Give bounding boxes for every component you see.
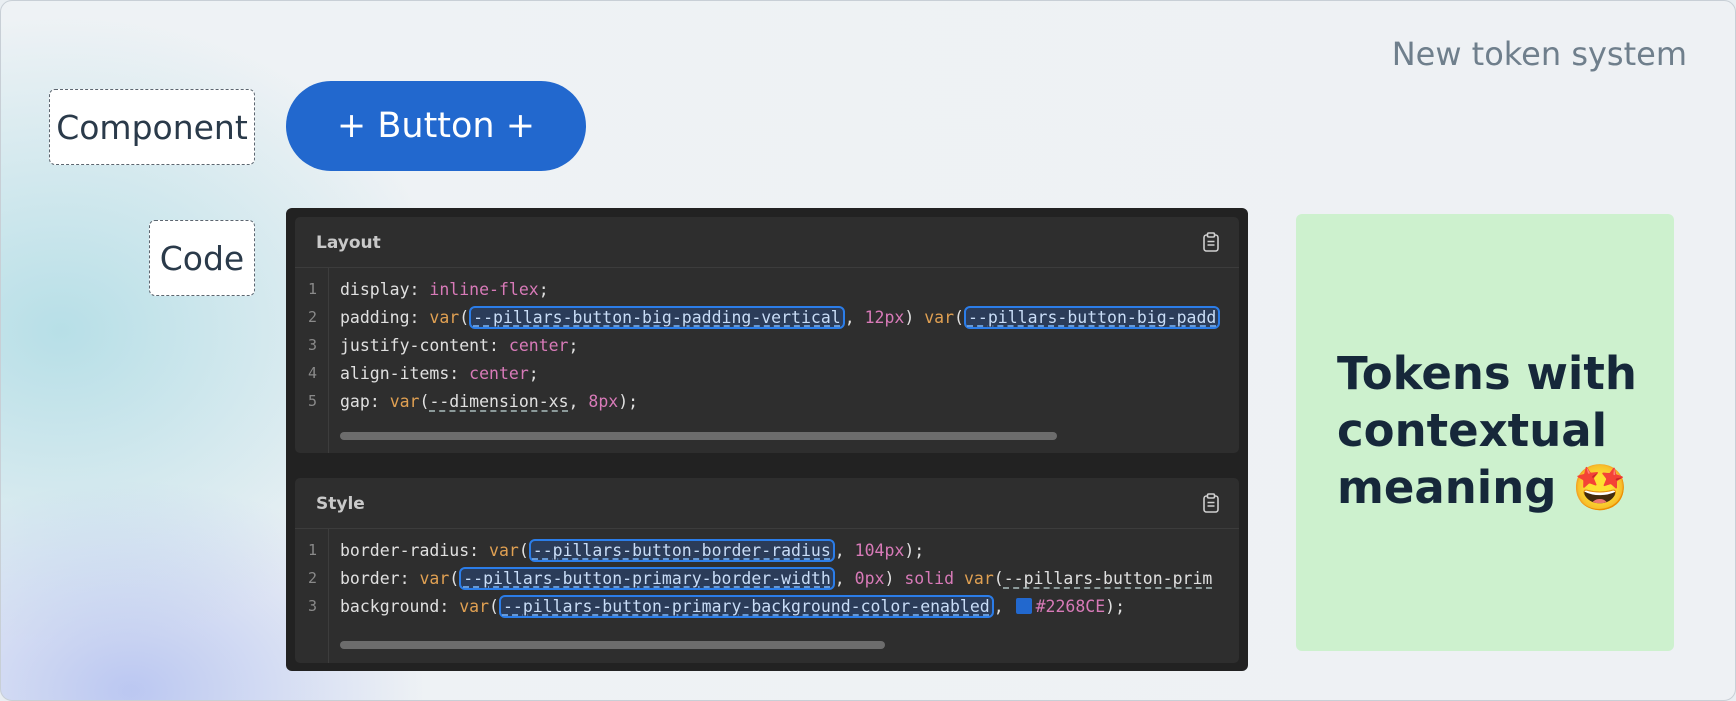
clipboard-icon[interactable] <box>1200 492 1222 514</box>
css-property: border <box>340 569 400 588</box>
line-number: 2 <box>308 308 318 326</box>
code-label: Code <box>149 220 255 296</box>
line-number: 1 <box>308 280 318 298</box>
css-value: center <box>508 336 569 355</box>
token-reference[interactable]: --pillars-button-prim <box>1004 569 1213 588</box>
canvas: New token system Component Code + Button… <box>0 0 1736 701</box>
fallback-value: 12px <box>864 308 905 327</box>
css-property: border-radius <box>340 541 470 560</box>
line-number: 1 <box>308 541 318 559</box>
line-number: 2 <box>308 569 318 587</box>
css-property: padding <box>340 308 410 327</box>
css-property: align-items <box>340 364 450 383</box>
star-struck-emoji-icon: 🤩 <box>1572 461 1629 514</box>
page-headline: New token system <box>1391 35 1687 73</box>
layout-panel-title: Layout <box>316 233 381 253</box>
token-highlight[interactable]: --pillars-button-primary-border-width <box>459 567 835 590</box>
token-highlight[interactable]: --pillars-button-border-radius <box>528 539 835 562</box>
css-property: display <box>340 280 410 299</box>
layout-panel: Layout 1 display: inline-flex; 2 padding… <box>295 217 1239 453</box>
line-number: 3 <box>308 597 318 615</box>
style-panel: Style 1 border-radius: var(--pillars-but… <box>295 478 1239 663</box>
code-inspector: Layout 1 display: inline-flex; 2 padding… <box>286 208 1248 671</box>
clipboard-icon[interactable] <box>1200 231 1222 253</box>
horizontal-scrollbar[interactable] <box>340 432 1057 440</box>
horizontal-scrollbar[interactable] <box>340 641 885 649</box>
line-number: 3 <box>308 336 318 354</box>
css-value: center <box>469 364 529 383</box>
css-property: gap <box>340 392 370 411</box>
css-property: justify-content <box>340 336 490 355</box>
callout-line: meaning <box>1337 461 1557 514</box>
css-value: inline-flex <box>429 280 539 299</box>
layout-panel-header: Layout <box>295 217 1239 268</box>
callout-text: Tokens with contextual meaning 🤩 <box>1337 345 1667 516</box>
layout-code: 1 display: inline-flex; 2 padding: var(-… <box>295 268 1239 453</box>
fallback-value: 8px <box>588 392 619 411</box>
callout-line: contextual <box>1337 404 1608 457</box>
color-swatch <box>1015 598 1032 614</box>
css-property: background <box>340 597 440 616</box>
line-number: 4 <box>308 364 318 382</box>
token-reference[interactable]: --dimension-xs <box>429 392 568 411</box>
style-panel-title: Style <box>316 494 365 514</box>
style-code: 1 border-radius: var(--pillars-button-bo… <box>295 529 1239 663</box>
css-value: solid <box>904 569 955 588</box>
token-highlight[interactable]: --pillars-button-big-padding-vertical <box>469 306 845 329</box>
fallback-value: 104px <box>854 541 905 560</box>
line-number: 5 <box>308 392 318 410</box>
primary-button[interactable]: + Button + <box>286 81 586 171</box>
callout-card: Tokens with contextual meaning 🤩 <box>1296 214 1674 651</box>
fallback-value: 0px <box>854 569 885 588</box>
fallback-value: #2268CE <box>1035 597 1106 616</box>
token-highlight[interactable]: --pillars-button-big-padd <box>963 306 1221 329</box>
component-label: Component <box>49 89 255 165</box>
callout-line: Tokens with <box>1337 347 1637 400</box>
style-panel-header: Style <box>295 478 1239 529</box>
token-highlight[interactable]: --pillars-button-primary-background-colo… <box>498 595 994 618</box>
